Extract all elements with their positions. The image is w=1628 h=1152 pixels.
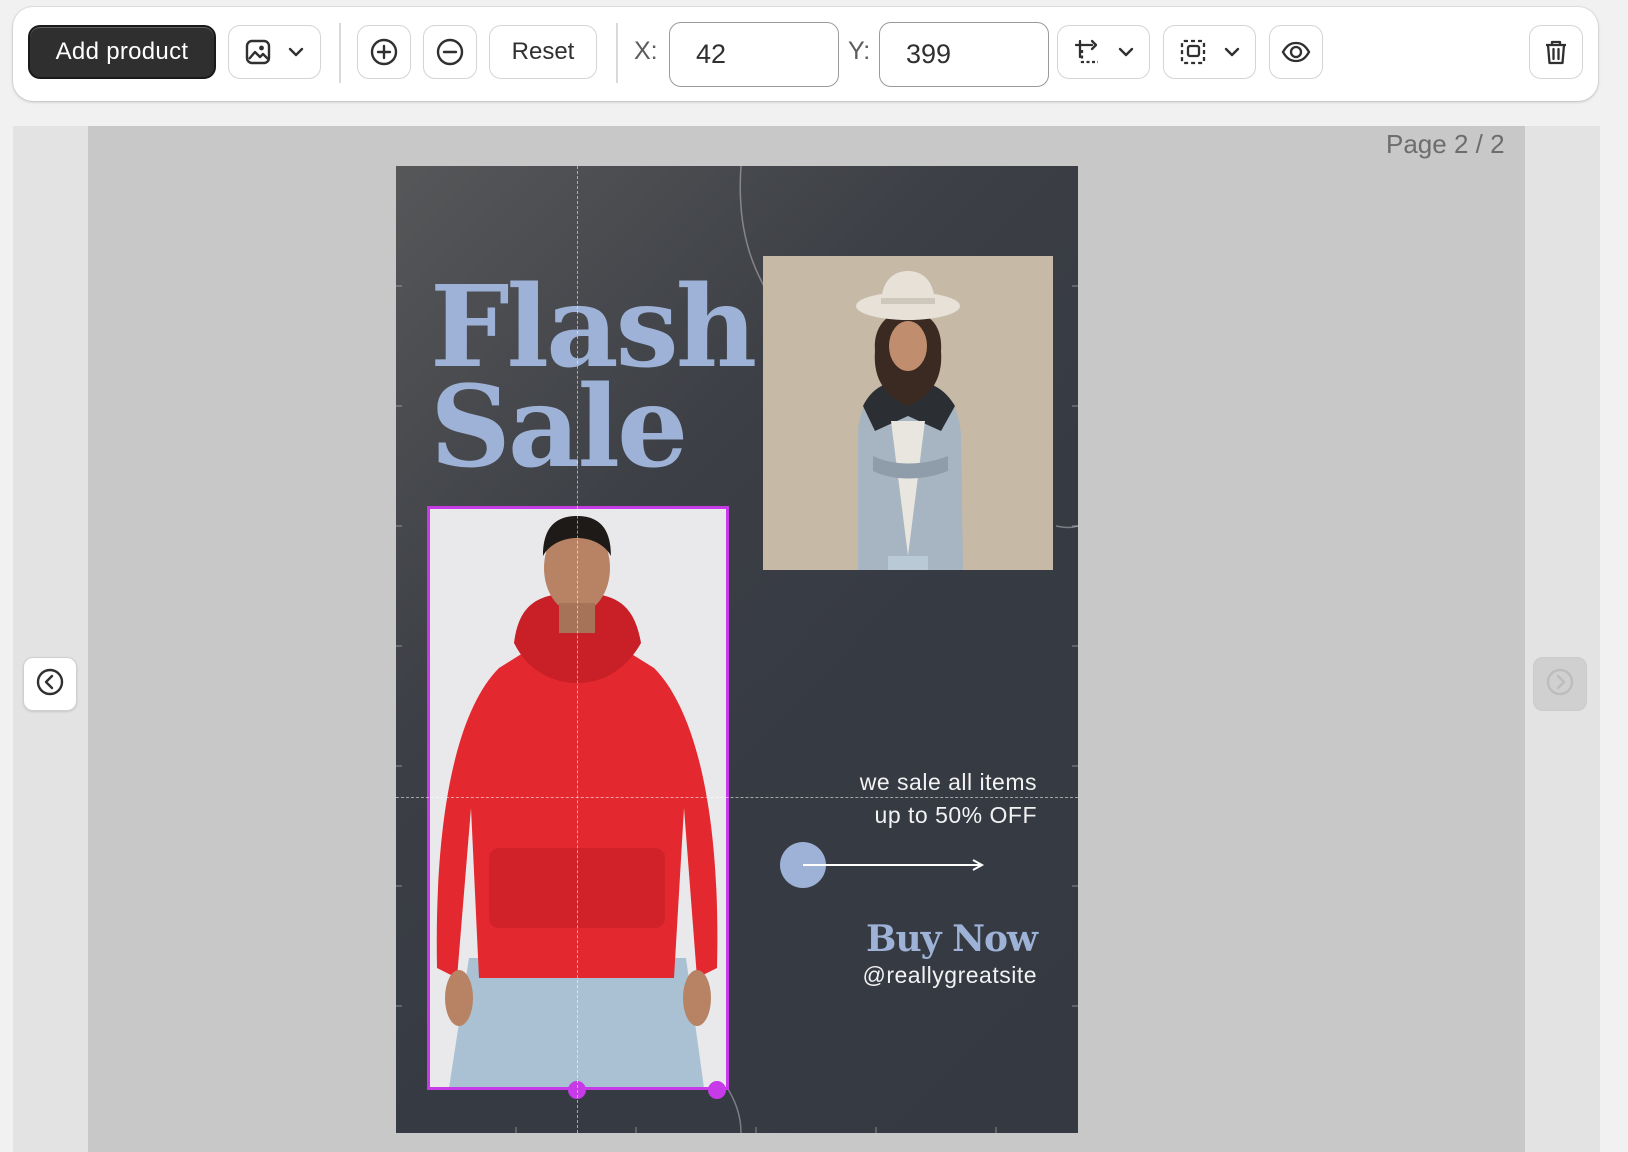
y-position-input[interactable]: 399: [879, 22, 1049, 87]
zoom-in-icon: [369, 37, 399, 67]
chevron-right-circle-icon: [1545, 667, 1575, 702]
selection-box[interactable]: [427, 506, 729, 1099]
next-page-button[interactable]: [1533, 657, 1587, 711]
zoom-out-button[interactable]: [423, 25, 477, 79]
image-options-dropdown[interactable]: [228, 25, 321, 79]
tagline-line-2: up to 50% OFF: [874, 802, 1037, 828]
chevron-down-icon: [286, 42, 306, 62]
resize-handle-bottom-right[interactable]: [708, 1081, 726, 1099]
chevron-down-icon: [1222, 42, 1242, 62]
poster-title[interactable]: Flash Sale: [430, 272, 757, 484]
x-label: X:: [634, 37, 658, 65]
tagline-line-1: we sale all items: [859, 769, 1037, 795]
frame-dropdown[interactable]: [1163, 25, 1256, 79]
arrow-right-icon[interactable]: [803, 855, 1003, 875]
woman-illustration: [763, 256, 1053, 570]
chevron-left-circle-icon: [35, 667, 65, 702]
trash-icon: [1541, 37, 1571, 67]
transform-icon: [1072, 37, 1102, 67]
vertical-guide: [577, 166, 578, 1133]
poster-tagline[interactable]: we sale all items up to 50% OFF: [860, 766, 1037, 832]
image-icon: [244, 38, 272, 66]
y-label: Y:: [848, 37, 871, 65]
previous-page-button[interactable]: [23, 657, 77, 711]
preview-button[interactable]: [1269, 25, 1323, 79]
reset-button[interactable]: Reset: [489, 25, 597, 79]
frame-icon: [1178, 37, 1208, 67]
page-indicator: Page 2 / 2: [1386, 129, 1505, 159]
zoom-in-button[interactable]: [357, 25, 411, 79]
model-photo-woman[interactable]: [763, 256, 1053, 570]
toolbar-divider: [616, 23, 618, 83]
eye-icon: [1280, 36, 1312, 68]
transform-dropdown[interactable]: [1057, 25, 1150, 79]
x-position-input[interactable]: 42: [669, 22, 839, 87]
toolbar-divider: [339, 23, 341, 83]
add-product-button[interactable]: Add product: [28, 25, 216, 79]
editor-toolbar: Add product Reset X: 42 Y: 399: [13, 7, 1598, 101]
chevron-down-icon: [1116, 42, 1136, 62]
website-handle[interactable]: @reallygreatsite: [862, 962, 1037, 989]
buy-now-heading[interactable]: Buy Now: [866, 918, 1038, 960]
poster-canvas[interactable]: Flash Sale we sale all items up to 50% O…: [396, 166, 1078, 1133]
delete-button[interactable]: [1529, 25, 1583, 79]
zoom-out-icon: [435, 37, 465, 67]
